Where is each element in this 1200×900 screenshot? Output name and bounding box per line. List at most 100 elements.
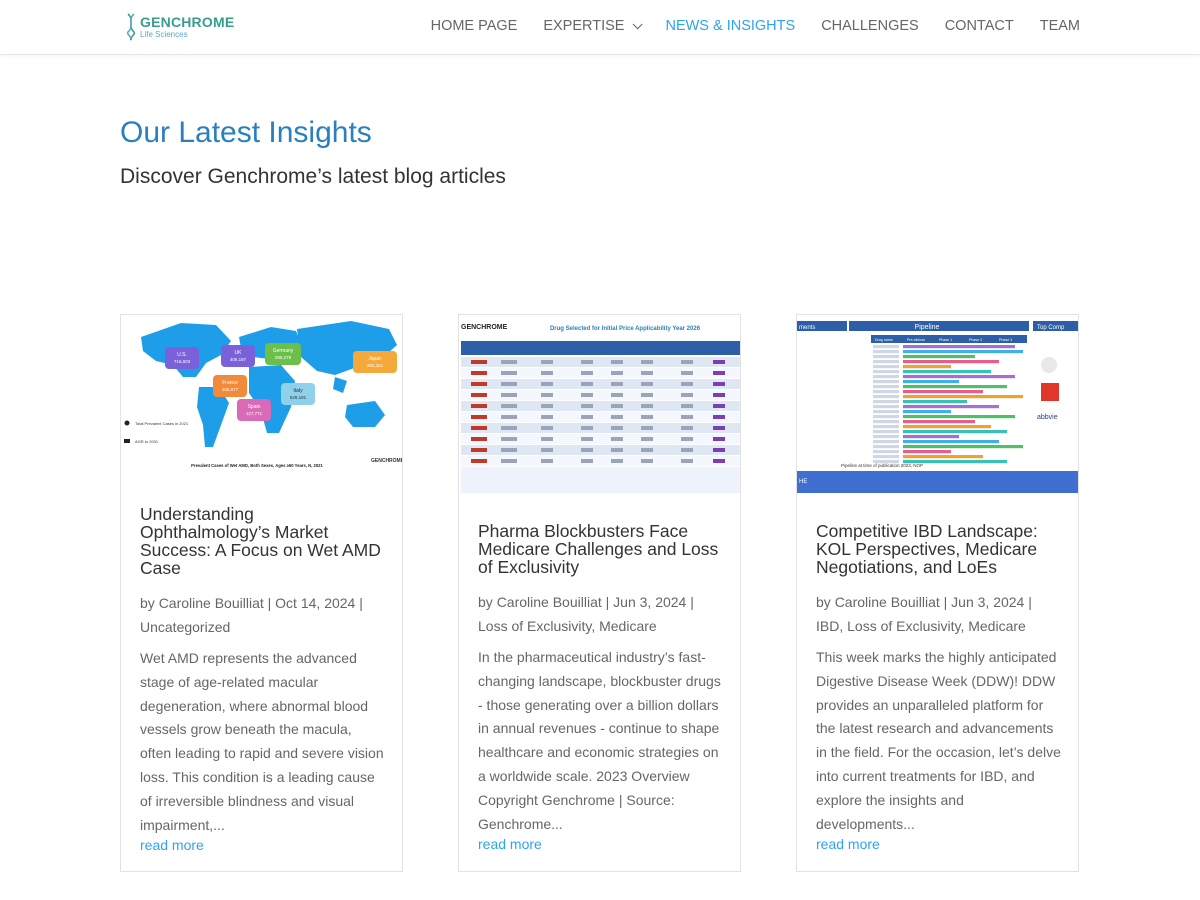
table-cell xyxy=(713,459,725,463)
nav-team-label: TEAM xyxy=(1039,18,1080,34)
pipeline-bar xyxy=(903,445,1023,449)
nav-challenges[interactable]: CHALLENGES xyxy=(821,18,919,34)
table-cell xyxy=(641,415,653,419)
pipeline-bar xyxy=(903,345,1015,349)
legend-agr: AGR to 2031 xyxy=(135,439,159,444)
table-cell xyxy=(713,382,725,386)
pipeline-footnote: Pipeline at time of publication 2023, NO… xyxy=(841,463,923,468)
read-more-link[interactable]: read more xyxy=(478,836,542,852)
nav-contact[interactable]: CONTACT xyxy=(945,18,1014,34)
post-categories[interactable]: Loss of Exclusivity, Medicare xyxy=(478,618,657,634)
post-categories[interactable]: Uncategorized xyxy=(140,619,230,635)
pipeline-drug-name xyxy=(873,425,899,429)
table-cell xyxy=(501,382,517,386)
table-cell xyxy=(581,448,593,452)
pipeline-bar xyxy=(903,380,959,384)
nav-team[interactable]: TEAM xyxy=(1040,18,1080,34)
table-cell xyxy=(501,371,517,375)
nav-expertise[interactable]: EXPERTISE xyxy=(543,18,644,34)
pipeline-drug-name xyxy=(873,360,899,364)
nav-home[interactable]: HOME PAGE xyxy=(431,18,518,34)
post-thumbnail[interactable]: GENCHROME Drug Selected for Initial Pric… xyxy=(459,315,740,493)
label-us-cases: 716,603 xyxy=(174,359,191,364)
pipeline-bar xyxy=(903,415,1015,419)
table-cell xyxy=(581,371,593,375)
blog-card: GENCHROME Drug Selected for Initial Pric… xyxy=(458,314,741,872)
post-title[interactable]: Understanding Ophthalmology’s Market Suc… xyxy=(140,505,386,577)
pipeline-drug-name xyxy=(873,435,899,439)
pipeline-bar xyxy=(903,420,975,424)
table-cell xyxy=(641,437,653,441)
pipeline-bar xyxy=(903,440,999,444)
label-japan-cases: 262,321 xyxy=(367,363,384,368)
nav-contact-label: CONTACT xyxy=(944,18,1014,34)
pipeline-column-header: Phase 3 xyxy=(999,338,1012,342)
table-cell xyxy=(501,360,517,364)
nav-news-insights[interactable]: NEWS & INSIGHTS xyxy=(665,18,795,34)
table-cell xyxy=(713,437,725,441)
pipeline-drug-name xyxy=(873,450,899,454)
pipeline-image: ments Pipeline Top Comp Drug name Pre-cli… xyxy=(797,315,1078,493)
pipeline-bar xyxy=(903,370,991,374)
table-cell xyxy=(501,426,517,430)
table-cell xyxy=(581,393,593,397)
post-thumbnail[interactable]: ments Pipeline Top Comp Drug name Pre-cli… xyxy=(797,315,1078,493)
blog-card: ments Pipeline Top Comp Drug name Pre-cli… xyxy=(796,314,1079,872)
label-france-cases: 465,877 xyxy=(222,387,239,392)
pipeline-drug-name xyxy=(873,400,899,404)
table-cell xyxy=(471,426,487,430)
post-categories[interactable]: IBD, Loss of Exclusivity, Medicare xyxy=(816,618,1026,634)
pipeline-drug-name xyxy=(873,405,899,409)
pipeline-drug-name xyxy=(873,380,899,384)
post-title[interactable]: Pharma Blockbusters Face Medicare Challe… xyxy=(478,522,724,576)
pipeline-drug-name xyxy=(873,375,899,379)
post-author[interactable]: Caroline Bouilliat xyxy=(159,595,264,611)
world-map-image: U.S. 716,603 UK 406,197 Germany 299,279 … xyxy=(121,315,402,475)
pipeline-drug-name xyxy=(873,355,899,359)
table-cell xyxy=(681,371,693,375)
pipeline-drug-name xyxy=(873,350,899,354)
post-title[interactable]: Competitive IBD Landscape: KOL Perspecti… xyxy=(816,522,1062,576)
read-more-link[interactable]: read more xyxy=(816,836,880,852)
nav-home-label: HOME PAGE xyxy=(430,18,518,34)
table-cell xyxy=(541,448,553,452)
label-germany: Germany xyxy=(273,348,294,354)
read-more-link[interactable]: read more xyxy=(140,837,204,853)
table-cell xyxy=(471,360,487,364)
main-nav: HOME PAGE EXPERTISE NEWS & INSIGHTS CHAL… xyxy=(405,18,1080,34)
table-cell xyxy=(681,393,693,397)
label-us: U.S. xyxy=(177,352,187,358)
map-caption: Prevalent Cases of Wet AMD, Both Sexes, … xyxy=(191,463,323,468)
site-logo[interactable]: GENCHROME Life Sciences xyxy=(125,12,234,42)
tag-top-comp: Top Comp xyxy=(1037,325,1065,331)
pipeline-drug-name xyxy=(873,455,899,459)
table-cell xyxy=(681,426,693,430)
pipeline-drug-name xyxy=(873,345,899,349)
table-cell xyxy=(471,393,487,397)
post-thumbnail[interactable]: U.S. 716,603 UK 406,197 Germany 299,279 … xyxy=(121,315,402,475)
table-cell xyxy=(641,426,653,430)
nav-news-label: NEWS & INSIGHTS xyxy=(665,18,796,34)
logo-name: GENCHROME xyxy=(140,14,235,30)
post-author[interactable]: Caroline Bouilliat xyxy=(497,594,602,610)
table-cell xyxy=(501,459,517,463)
label-japan: Japan xyxy=(368,356,382,362)
pipeline-bar xyxy=(903,360,999,364)
table-cell xyxy=(641,393,653,397)
page-subtitle: Discover Genchrome’s latest blog article… xyxy=(120,165,506,188)
pipeline-bar xyxy=(903,430,1007,434)
pipeline-bar xyxy=(903,410,951,414)
table-cell xyxy=(641,459,653,463)
pipeline-bar xyxy=(903,355,975,359)
post-author[interactable]: Caroline Bouilliat xyxy=(835,594,940,610)
label-germany-cases: 299,279 xyxy=(275,355,292,360)
pipeline-bar xyxy=(903,385,1007,389)
table-cell xyxy=(471,404,487,408)
post-excerpt: Wet AMD represents the advanced stage of… xyxy=(140,650,384,833)
pipeline-heading: Pipeline xyxy=(915,324,940,331)
pipeline-bar xyxy=(903,455,983,459)
table-cell xyxy=(581,360,593,364)
table-cell xyxy=(641,448,653,452)
table-cell xyxy=(611,415,623,419)
table-cell xyxy=(611,371,623,375)
